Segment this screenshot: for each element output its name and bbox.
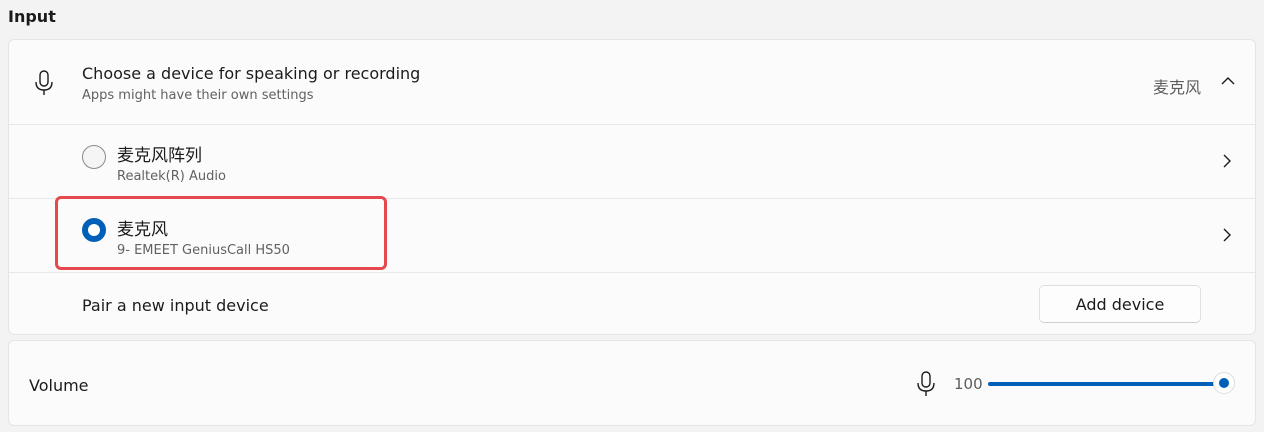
section-title-input: Input: [8, 7, 56, 26]
pair-device-row: Pair a new input device Add device: [9, 272, 1255, 336]
volume-value: 100: [954, 375, 983, 393]
device-picker-subtitle: Apps might have their own settings: [82, 88, 314, 103]
device-detail-1: Realtek(R) Audio: [117, 169, 226, 184]
volume-slider-thumb[interactable]: [1213, 372, 1235, 394]
volume-slider-track[interactable]: [988, 382, 1222, 386]
microphone-icon[interactable]: [916, 371, 936, 397]
chevron-right-icon[interactable]: [1222, 228, 1232, 242]
chevron-up-icon[interactable]: [1221, 76, 1235, 86]
volume-card: Volume 100: [8, 340, 1256, 426]
device-radio-1[interactable]: [82, 145, 106, 169]
pair-device-label: Pair a new input device: [82, 296, 269, 315]
microphone-icon: [35, 70, 53, 95]
input-device-card: Choose a device for speaking or recordin…: [8, 39, 1256, 335]
selected-device-value: 麦克风: [1152, 78, 1201, 97]
add-device-button[interactable]: Add device: [1039, 285, 1201, 323]
device-picker-header[interactable]: Choose a device for speaking or recordin…: [9, 40, 1255, 124]
device-name-1: 麦克风阵列: [117, 146, 202, 166]
chevron-right-icon[interactable]: [1222, 154, 1232, 168]
device-picker-title: Choose a device for speaking or recordin…: [82, 64, 421, 83]
volume-label: Volume: [29, 376, 89, 395]
device-row-1[interactable]: 麦克风阵列 Realtek(R) Audio: [9, 124, 1255, 198]
selection-highlight-box: [55, 196, 387, 270]
